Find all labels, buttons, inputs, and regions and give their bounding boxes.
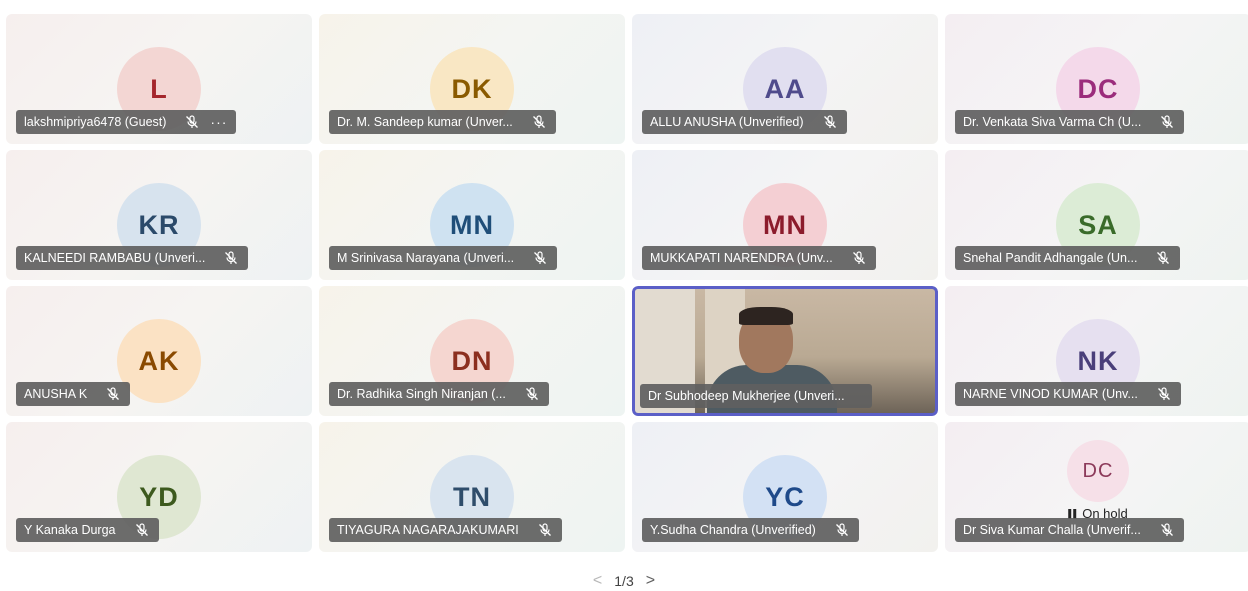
- participant-tile[interactable]: Llakshmipriya6478 (Guest) ···: [6, 14, 312, 144]
- participant-tile[interactable]: DC Dr. Venkata Siva Varma Ch (U...: [945, 14, 1248, 144]
- participant-name-bar: Y.Sudha Chandra (Unverified): [642, 518, 859, 542]
- participant-tile[interactable]: DK Dr. M. Sandeep kumar (Unver...: [319, 14, 625, 144]
- mic-muted-icon: [822, 114, 838, 130]
- participant-name-bar: NARNE VINOD KUMAR (Unv...: [955, 382, 1181, 406]
- participant-name-bar: Snehal Pandit Adhangale (Un...: [955, 246, 1181, 270]
- participant-name: KALNEEDI RAMBABU (Unveri...: [24, 251, 206, 265]
- previous-page-button[interactable]: <: [593, 572, 602, 590]
- participant-name-bar: Dr. M. Sandeep kumar (Unver...: [329, 110, 556, 134]
- participant-name: Dr Siva Kumar Challa (Unverif...: [963, 523, 1141, 537]
- mic-muted-icon: [1156, 386, 1172, 402]
- participant-name-bar: Dr. Venkata Siva Varma Ch (U...: [955, 110, 1185, 134]
- participant-tile[interactable]: AK ANUSHA K: [6, 286, 312, 416]
- participant-tile[interactable]: TN TIYAGURA NAGARAJAKUMARI: [319, 422, 625, 552]
- participant-tile[interactable]: Dr Subhodeep Mukherjee (Unveri...: [632, 286, 938, 416]
- participant-tile[interactable]: DN Dr. Radhika Singh Niranjan (...: [319, 286, 625, 416]
- participant-grid: Llakshmipriya6478 (Guest) ··· DK Dr. M. San…: [6, 14, 1248, 552]
- participant-name-bar: ALLU ANUSHA (Unverified): [642, 110, 847, 134]
- participant-tile[interactable]: YD Y Kanaka Durga: [6, 422, 312, 552]
- participant-tile[interactable]: KR KALNEEDI RAMBABU (Unveri...: [6, 150, 312, 280]
- participant-name-bar: ANUSHA K: [16, 382, 131, 406]
- pagination: < 1/3 >: [0, 572, 1248, 590]
- page-indicator: 1/3: [614, 573, 634, 589]
- mic-muted-icon: [532, 250, 548, 266]
- mic-muted-icon: [537, 522, 553, 538]
- participant-name: Y Kanaka Durga: [24, 523, 116, 537]
- participant-name: NARNE VINOD KUMAR (Unv...: [963, 387, 1138, 401]
- participant-tile[interactable]: AA ALLU ANUSHA (Unverified): [632, 14, 938, 144]
- participant-tile[interactable]: SA Snehal Pandit Adhangale (Un...: [945, 150, 1248, 280]
- participant-name: M Srinivasa Narayana (Unveri...: [337, 251, 515, 265]
- participant-name: TIYAGURA NAGARAJAKUMARI: [337, 523, 519, 537]
- mic-muted-icon: [851, 250, 867, 266]
- next-page-button[interactable]: >: [646, 572, 655, 590]
- participant-tile[interactable]: NK NARNE VINOD KUMAR (Unv...: [945, 286, 1248, 416]
- mic-muted-icon: [1155, 250, 1171, 266]
- mic-muted-icon: [1159, 114, 1175, 130]
- mic-muted-icon: [105, 386, 121, 402]
- participant-tile[interactable]: YC Y.Sudha Chandra (Unverified): [632, 422, 938, 552]
- participant-name-bar: M Srinivasa Narayana (Unveri...: [329, 246, 558, 270]
- participant-name: Dr. M. Sandeep kumar (Unver...: [337, 115, 513, 129]
- participant-name: MUKKAPATI NARENDRA (Unv...: [650, 251, 833, 265]
- participant-tile[interactable]: DC On hold Dr Siva Kumar Challa (Unverif..…: [945, 422, 1248, 552]
- participant-name: Dr Subhodeep Mukherjee (Unveri...: [648, 389, 845, 403]
- participant-name-bar: lakshmipriya6478 (Guest) ···: [16, 110, 237, 134]
- participant-name: ALLU ANUSHA (Unverified): [650, 115, 804, 129]
- participant-name: lakshmipriya6478 (Guest): [24, 115, 167, 129]
- participant-name: Snehal Pandit Adhangale (Un...: [963, 251, 1138, 265]
- participant-tile[interactable]: MN M Srinivasa Narayana (Unveri...: [319, 150, 625, 280]
- participant-name: Dr. Venkata Siva Varma Ch (U...: [963, 115, 1142, 129]
- mic-muted-icon: [184, 114, 200, 130]
- participant-name-bar: MUKKAPATI NARENDRA (Unv...: [642, 246, 876, 270]
- participant-name: Y.Sudha Chandra (Unverified): [650, 523, 816, 537]
- participant-tile[interactable]: MN MUKKAPATI NARENDRA (Unv...: [632, 150, 938, 280]
- more-options-icon[interactable]: ···: [210, 115, 227, 129]
- participant-name-bar: Dr Siva Kumar Challa (Unverif...: [955, 518, 1184, 542]
- participant-name-bar: TIYAGURA NAGARAJAKUMARI: [329, 518, 562, 542]
- participant-name-bar: Y Kanaka Durga: [16, 518, 159, 542]
- pause-icon: [1068, 508, 1077, 519]
- mic-muted-icon: [531, 114, 547, 130]
- participant-name-bar: Dr Subhodeep Mukherjee (Unveri...: [640, 384, 872, 408]
- participant-name-bar: KALNEEDI RAMBABU (Unveri...: [16, 246, 249, 270]
- mic-muted-icon: [1159, 522, 1175, 538]
- mic-muted-icon: [834, 522, 850, 538]
- mic-muted-icon: [223, 250, 239, 266]
- participant-name: ANUSHA K: [24, 387, 88, 401]
- mic-muted-icon: [134, 522, 150, 538]
- mic-muted-icon: [524, 386, 540, 402]
- participant-name-bar: Dr. Radhika Singh Niranjan (...: [329, 382, 549, 406]
- avatar: DC: [1067, 440, 1129, 502]
- participant-name: Dr. Radhika Singh Niranjan (...: [337, 387, 506, 401]
